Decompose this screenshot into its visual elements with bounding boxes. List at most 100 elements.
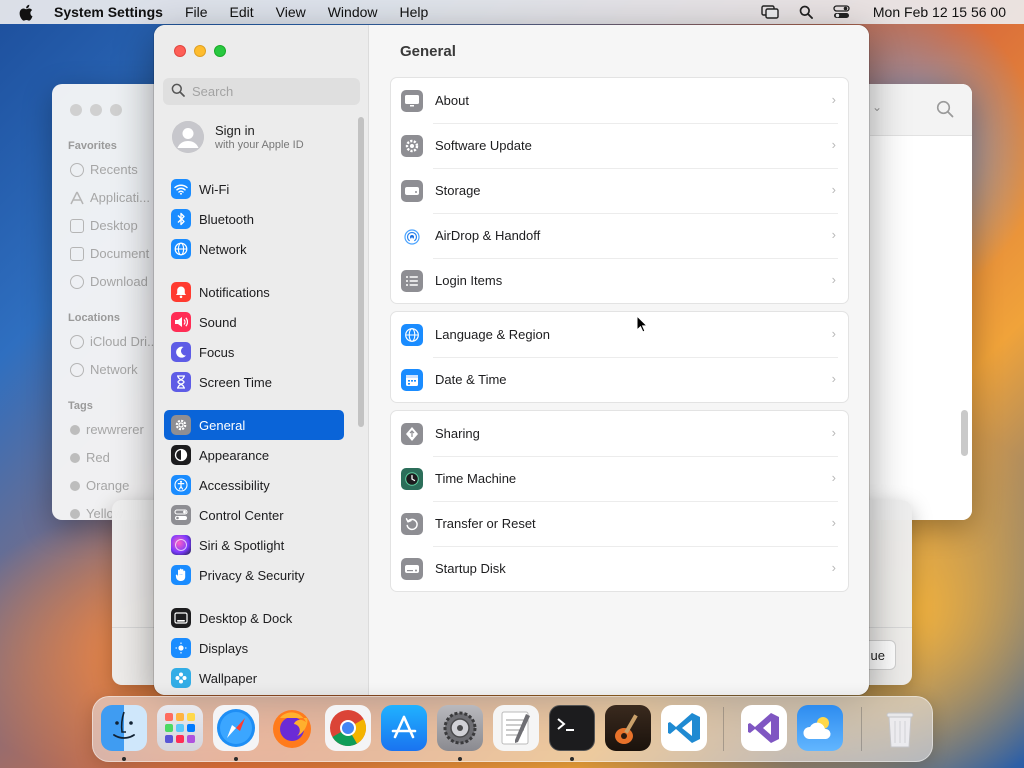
dock-garageband-icon[interactable] (605, 705, 651, 751)
row-software-update[interactable]: Software Update › (391, 123, 848, 168)
dock-vscode-icon[interactable] (661, 705, 707, 751)
row-date-time[interactable]: Date & Time › (391, 357, 848, 402)
sidebar-item-desktop-dock[interactable]: Desktop & Dock (164, 603, 344, 633)
spotlight-search-icon[interactable] (797, 5, 815, 19)
dock-finder-icon[interactable] (101, 705, 147, 751)
finder-item-desktop[interactable]: Desktop (70, 218, 138, 233)
finder-toolbar: ⌄ (870, 84, 972, 136)
finder-item-label: Desktop (90, 218, 138, 233)
dock-textedit-icon[interactable] (493, 705, 539, 751)
chevron-right-icon: › (831, 326, 836, 341)
menu-bar: System Settings File Edit View Window He… (0, 0, 1024, 24)
row-language-region[interactable]: Language & Region › (391, 312, 848, 357)
sidebar-item-siri-spotlight[interactable]: Siri & Spotlight (164, 530, 344, 560)
row-about[interactable]: About › (391, 78, 848, 123)
menu-file[interactable]: File (185, 4, 208, 20)
dock-trash-icon[interactable] (877, 705, 923, 751)
menu-view[interactable]: View (276, 4, 306, 20)
time-machine-icon (401, 467, 423, 490)
sidebar-item-appearance[interactable]: Appearance (164, 440, 344, 470)
sidebar-item-label: Wi-Fi (199, 181, 230, 197)
minimize-button[interactable] (194, 45, 206, 57)
search-field[interactable] (163, 78, 360, 105)
dock-visual-studio-icon[interactable] (741, 705, 787, 751)
row-airdrop-handoff[interactable]: AirDrop & Handoff › (391, 213, 848, 258)
dock-terminal-icon[interactable] (549, 705, 595, 751)
row-time-machine[interactable]: Time Machine › (391, 456, 848, 501)
row-label: Login Items (435, 273, 503, 288)
menu-bar-clock[interactable]: Mon Feb 12 15 56 00 (873, 4, 1006, 20)
finder-item-recents[interactable]: Recents (70, 162, 138, 177)
apple-id-signin[interactable]: Sign in with your Apple ID (172, 121, 304, 153)
sidebar-item-bluetooth[interactable]: Bluetooth (164, 204, 344, 234)
dock-weather-icon[interactable] (797, 705, 843, 751)
row-login-items[interactable]: Login Items › (391, 258, 848, 303)
zoom-button[interactable] (214, 45, 226, 57)
search-icon[interactable] (936, 100, 954, 121)
row-label: Time Machine (435, 471, 517, 486)
sidebar-item-general[interactable]: General (164, 410, 344, 440)
sidebar-item-privacy-security[interactable]: Privacy & Security (164, 560, 344, 590)
dock-launchpad-icon[interactable] (157, 705, 203, 751)
finder-item-documents[interactable]: Document (70, 246, 149, 261)
app-name-menu[interactable]: System Settings (54, 4, 163, 20)
tag-dot-icon (70, 480, 80, 491)
sidebar-item-network[interactable]: Network (164, 234, 344, 264)
display-icon (171, 638, 191, 658)
sidebar-item-displays[interactable]: Displays (164, 633, 344, 663)
sidebar-item-focus[interactable]: Focus (164, 337, 344, 367)
sidebar-item-control-center[interactable]: Control Center (164, 500, 344, 530)
settings-content: General About › Software Update › Storag… (370, 25, 869, 695)
tag-dot-icon (70, 508, 80, 519)
close-button[interactable] (174, 45, 186, 57)
finder-tag[interactable]: rewwrerer (70, 422, 144, 437)
finder-item-network[interactable]: Network (70, 362, 138, 377)
sidebar-item-label: Siri & Spotlight (199, 537, 285, 553)
settings-group-maintenance: Sharing › Time Machine › Transfer or Res… (390, 410, 849, 592)
menu-window[interactable]: Window (328, 4, 378, 20)
row-startup-disk[interactable]: Startup Disk › (391, 546, 848, 591)
dock-chrome-icon[interactable] (325, 705, 371, 751)
sidebar-item-notifications[interactable]: Notifications (164, 277, 344, 307)
menu-help[interactable]: Help (400, 4, 429, 20)
screen-mirroring-icon[interactable] (761, 5, 779, 19)
finder-item-label: Recents (90, 162, 138, 177)
dock-firefox-icon[interactable] (269, 705, 315, 751)
sidebar-item-accessibility[interactable]: Accessibility (164, 470, 344, 500)
dock-app-store-icon[interactable] (381, 705, 427, 751)
finder-item-icloud[interactable]: iCloud Dri... (70, 334, 158, 349)
row-storage[interactable]: Storage › (391, 168, 848, 213)
apple-menu-icon[interactable] (18, 4, 34, 21)
speaker-icon (171, 312, 191, 332)
sidebar-item-wallpaper[interactable]: Wallpaper (164, 663, 344, 693)
row-sharing[interactable]: Sharing › (391, 411, 848, 456)
finder-item-downloads[interactable]: Download (70, 274, 148, 289)
finder-tag[interactable]: Orange (70, 478, 129, 493)
dock-safari-icon[interactable] (213, 705, 259, 751)
bluetooth-icon (171, 209, 191, 229)
finder-scrollbar[interactable] (961, 410, 968, 456)
storage-icon (401, 179, 423, 202)
applications-icon (70, 191, 84, 205)
globe-icon (171, 239, 191, 259)
monitor-icon (401, 89, 423, 112)
finder-tag[interactable]: Red (70, 450, 110, 465)
dock-system-settings-icon[interactable] (437, 705, 483, 751)
row-label: Software Update (435, 138, 532, 153)
sidebar-item-wifi[interactable]: Wi-Fi (164, 174, 344, 204)
sidebar-item-label: Accessibility (199, 477, 270, 493)
sidebar-item-screen-time[interactable]: Screen Time (164, 367, 344, 397)
menu-edit[interactable]: Edit (230, 4, 254, 20)
finder-item-label: Download (90, 274, 148, 289)
finder-item-applications[interactable]: Applicati... (70, 190, 150, 205)
search-input[interactable] (192, 84, 352, 99)
row-transfer-reset[interactable]: Transfer or Reset › (391, 501, 848, 546)
control-center-icon[interactable] (833, 5, 851, 19)
chevron-down-icon[interactable]: ⌄ (872, 100, 882, 114)
running-indicator (570, 757, 574, 761)
bell-icon (171, 282, 191, 302)
traffic-lights (174, 45, 226, 57)
sidebar-scrollbar[interactable] (358, 117, 364, 427)
finder-item-label: iCloud Dri... (90, 334, 158, 349)
sidebar-item-sound[interactable]: Sound (164, 307, 344, 337)
